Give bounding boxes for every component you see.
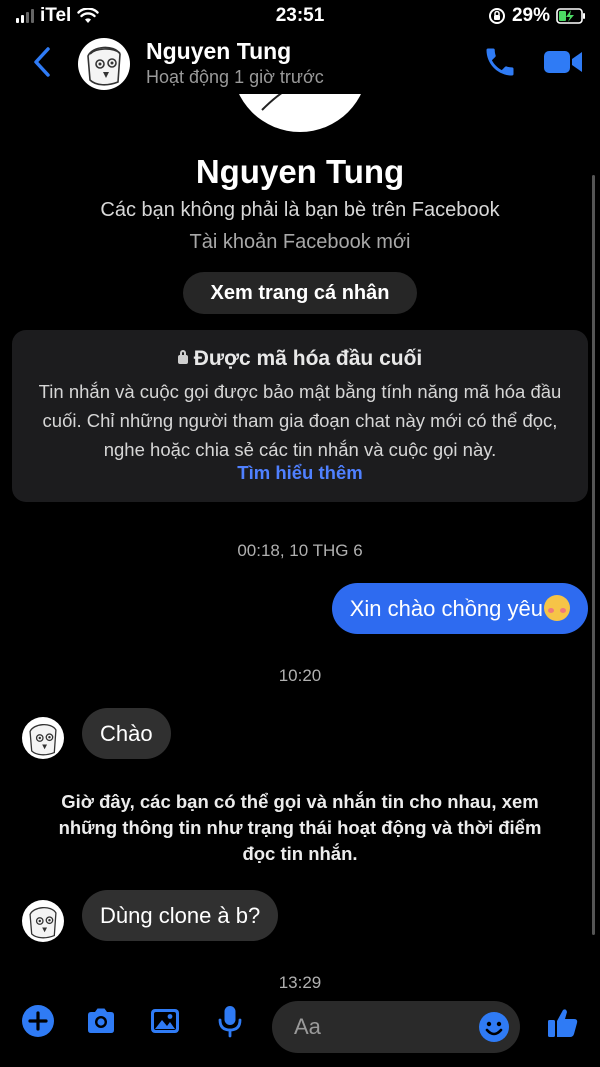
message-text: Xin chào chồng yêu	[349, 596, 543, 621]
thumbs-up-icon[interactable]	[546, 1006, 580, 1040]
encryption-body: Tin nhắn và cuộc gọi được bảo mật bằng t…	[38, 381, 562, 460]
video-camera-icon[interactable]	[542, 47, 584, 77]
lock-icon	[177, 350, 188, 364]
timestamp: 10:20	[278, 666, 322, 685]
learn-more-link[interactable]: Tìm hiểu thêm	[12, 462, 588, 484]
encryption-title-row: Được mã hóa đầu cuối	[12, 347, 588, 371]
camera-icon[interactable]	[84, 1004, 118, 1038]
battery-percent: 29%	[511, 5, 550, 26]
plus-icon[interactable]	[21, 1004, 55, 1038]
active-status: Hoạt động 1 giờ trước	[146, 67, 324, 87]
gallery-icon[interactable]	[148, 1004, 182, 1038]
smiling-face-with-hearts-emoji-icon	[544, 595, 570, 621]
contact-name[interactable]: Nguyen Tung	[146, 38, 291, 65]
battery-info: 29%	[488, 5, 586, 27]
avatar-art	[29, 724, 57, 756]
view-profile-button[interactable]: Xem trang cá nhân	[183, 272, 417, 314]
profile-name: Nguyen Tung	[195, 153, 405, 190]
account-status: Tài khoản Facebook mới	[189, 231, 411, 253]
outgoing-message[interactable]: Xin chào chồng yêu	[331, 583, 588, 634]
microphone-icon[interactable]	[213, 1004, 247, 1038]
avatar-art	[87, 46, 121, 86]
smile-icon[interactable]	[478, 1011, 510, 1043]
message-input-placeholder: Aa	[294, 1014, 321, 1039]
avatar[interactable]	[78, 38, 130, 90]
message-composer: Aa	[0, 992, 600, 1067]
battery-charging-icon	[556, 8, 585, 24]
phone-icon[interactable]	[482, 44, 518, 80]
status-bar: iTel 23:51 29%	[0, 0, 600, 32]
system-notice: Giờ đây, các bạn có thể gọi và nhắn tin …	[58, 791, 542, 864]
chat-header: Nguyen Tung Hoạt động 1 giờ trước	[0, 32, 600, 94]
orientation-lock-icon	[488, 8, 505, 24]
avatar[interactable]	[22, 717, 64, 759]
message-input[interactable]: Aa	[272, 1001, 520, 1053]
encryption-notice: Được mã hóa đầu cuối Tin nhắn và cuộc gọ…	[12, 330, 588, 502]
back-chevron-icon[interactable]	[28, 44, 58, 80]
incoming-message[interactable]: Dùng clone à b?	[82, 890, 279, 941]
incoming-message[interactable]: Chào	[82, 708, 171, 759]
avatar[interactable]	[22, 900, 64, 942]
avatar-art	[29, 907, 57, 939]
timestamp: 00:18, 10 THG 6	[237, 541, 363, 560]
timestamp: 13:29	[278, 973, 322, 992]
encryption-title: Được mã hóa đầu cuối	[193, 347, 423, 370]
friendship-status: Các bạn không phải là bạn bè trên Facebo…	[100, 199, 500, 221]
